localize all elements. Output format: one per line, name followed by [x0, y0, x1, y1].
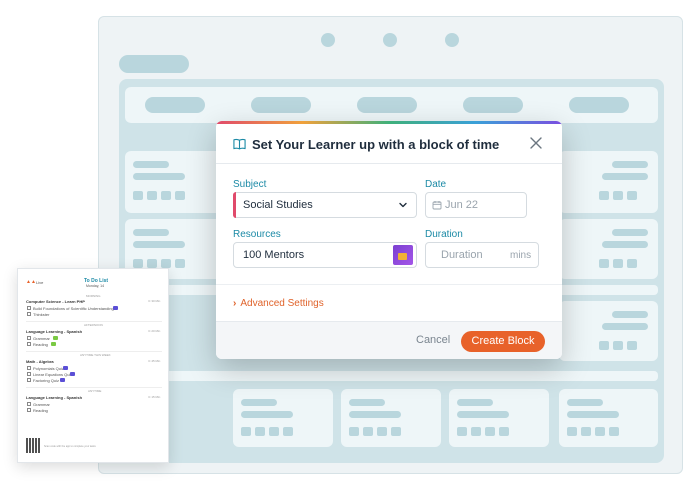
planner-cell	[559, 219, 658, 279]
calendar-icon	[432, 201, 442, 210]
sheet-section-label: AFTERNOON	[84, 323, 103, 327]
sheet-item: Polynomials Quiz	[33, 366, 64, 371]
duration-unit: mins	[510, 250, 532, 261]
planner-cell	[341, 389, 441, 447]
sheet-item: Reading	[33, 342, 48, 347]
sheet-item: Thinkster	[33, 312, 50, 317]
sheet-time: ⊙ 30 Min	[148, 299, 161, 303]
date-field[interactable]: Jun 22	[425, 192, 527, 218]
sheet-item: Build Foundations of Scientific Understa…	[33, 306, 114, 311]
planner-cell	[233, 389, 333, 447]
cancel-button[interactable]: Cancel	[416, 334, 450, 346]
sheet-logo-icon: ▲▲	[26, 279, 36, 285]
sheet-checkbox	[27, 372, 31, 376]
window-dot	[321, 33, 335, 47]
sheet-tag	[70, 372, 75, 376]
sheet-section-label: ANYTIME	[88, 389, 102, 393]
sheet-tag	[63, 366, 68, 370]
sheet-tag	[53, 336, 58, 340]
sheet-group-heading: Math - Algebra	[26, 359, 54, 364]
day-pill	[357, 97, 417, 113]
window-dot	[383, 33, 397, 47]
sheet-separator	[26, 351, 162, 352]
sheet-footer-note: Scan code with the app to complete your …	[44, 445, 96, 448]
todo-sheet: ▲▲ Live To Do List Monday, 14 MORNING Co…	[17, 268, 169, 463]
sheet-checkbox	[27, 312, 31, 316]
sheet-checkbox	[27, 306, 31, 310]
planner-header-row	[125, 87, 658, 123]
sheet-checkbox	[27, 366, 31, 370]
modal-footer: Cancel Create Block	[216, 321, 562, 359]
sheet-item: Reading	[33, 408, 48, 413]
advanced-settings-label: Advanced Settings	[240, 298, 324, 309]
sheet-item: Factoring Quiz	[33, 378, 60, 383]
sheet-item: Linear Equations Quiz	[33, 372, 73, 377]
day-pill	[463, 97, 523, 113]
sheet-checkbox	[27, 408, 31, 412]
sheet-subtitle: Monday, 14	[86, 284, 105, 288]
sheet-item: Grammar	[33, 336, 50, 341]
stage: ▲▲ Live To Do List Monday, 14 MORNING Co…	[0, 0, 700, 492]
duration-placeholder: Duration	[441, 249, 483, 261]
resources-label: Resources	[233, 229, 281, 240]
modal-title: Set Your Learner up with a block of time	[252, 137, 500, 152]
sheet-checkbox	[27, 402, 31, 406]
advanced-settings-toggle[interactable]: › Advanced Settings	[233, 298, 324, 309]
planner-cell	[559, 389, 658, 447]
resources-value: 100 Mentors	[243, 249, 305, 261]
day-pill	[145, 97, 205, 113]
date-label: Date	[425, 179, 447, 190]
close-icon[interactable]	[529, 136, 543, 150]
sheet-checkbox	[27, 336, 31, 340]
subject-value: Social Studies	[243, 199, 313, 211]
duration-label: Duration	[425, 229, 463, 240]
sheet-tag	[51, 342, 56, 346]
sheet-time: ⊙ 20 Min	[148, 329, 161, 333]
subject-color-accent	[233, 192, 236, 218]
day-pill	[251, 97, 311, 113]
chevron-right-icon: ›	[233, 298, 237, 309]
planner-row-divider	[125, 371, 658, 381]
planner-cell	[449, 389, 549, 447]
date-placeholder: Jun 22	[445, 199, 479, 211]
sheet-tag	[113, 306, 118, 310]
planner-cell	[559, 301, 658, 361]
sheet-checkbox	[27, 378, 31, 382]
sheet-checkbox	[27, 342, 31, 346]
subject-select[interactable]: Social Studies	[233, 192, 417, 218]
sheet-logo-text: Live	[36, 280, 44, 285]
create-block-button[interactable]: Create Block	[461, 331, 545, 352]
sheet-item: Grammar	[33, 402, 50, 407]
sheet-section-label: ANYTIME THIS WEEK	[80, 353, 111, 357]
window-dot	[445, 33, 459, 47]
modal-header-divider	[216, 163, 562, 164]
duration-field[interactable]: Duration mins	[425, 242, 539, 268]
chevron-down-icon	[399, 202, 407, 208]
planner-cell	[125, 151, 225, 213]
subject-label: Subject	[233, 179, 267, 190]
planner-cell	[559, 151, 658, 213]
sheet-tag	[60, 378, 65, 382]
create-block-modal: Set Your Learner up with a block of time…	[216, 121, 562, 359]
sheet-group-heading: Language Learning - Spanish	[26, 329, 83, 334]
sheet-group-heading: Language Learning - Spanish	[26, 395, 83, 400]
sheet-separator	[26, 387, 162, 388]
modal-section-divider	[216, 284, 562, 285]
sheet-time: ⊙ 15 Min	[148, 395, 161, 399]
resource-thumbnail	[393, 245, 413, 265]
sheet-separator	[26, 321, 162, 322]
sheet-section-label: MORNING	[86, 294, 101, 298]
sheet-group-heading: Computer Science - Learn PHP	[26, 299, 85, 304]
resources-field[interactable]: 100 Mentors	[233, 242, 417, 268]
modal-accent-bar	[216, 121, 562, 124]
planner-nav-pill	[119, 55, 189, 73]
sheet-time: ⊙ 45 Min	[148, 359, 161, 363]
day-pill	[569, 97, 629, 113]
qr-code	[26, 438, 41, 453]
book-open-icon	[233, 138, 246, 150]
